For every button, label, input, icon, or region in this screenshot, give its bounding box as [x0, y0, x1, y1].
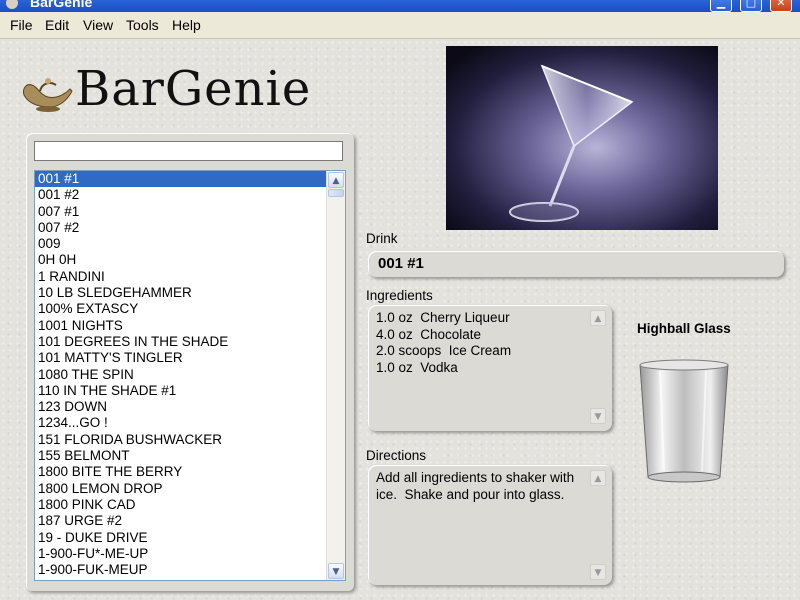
scroll-down-icon[interactable]: ▼ [328, 563, 344, 579]
list-item[interactable]: 1-900-FUK-MEUP [35, 562, 326, 578]
drink-listbox[interactable]: 001 #1 001 #2 007 #1 007 #2 009 0H 0H 1 RANDIN… [34, 170, 346, 581]
list-item[interactable]: 101 MATTY'S TINGLER [35, 350, 326, 366]
close-button[interactable]: ✕ [770, 0, 792, 12]
list-item[interactable]: 100% EXTASCY [35, 301, 326, 317]
list-item[interactable]: 1234...GO ! [35, 415, 326, 431]
list-item[interactable]: 1800 LEMON DROP [35, 481, 326, 497]
list-item[interactable]: 10 LB SLEDGEHAMMER [35, 285, 326, 301]
scroll-down-icon[interactable]: ▼ [590, 408, 606, 424]
list-item[interactable]: 007 #2 [35, 220, 326, 236]
scroll-up-icon[interactable]: ▲ [328, 172, 344, 188]
genie-lamp-icon [23, 78, 73, 112]
scroll-up-icon[interactable]: ▲ [590, 470, 606, 486]
text-line: Add all ingredients to shaker with [376, 470, 575, 485]
logo-text: BarGenie [75, 61, 312, 117]
list-item[interactable]: 155 BELMONT [35, 448, 326, 464]
directions-text: Add all ingredients to shaker with ice. S… [376, 470, 574, 503]
list-item[interactable]: 001 #1 [35, 171, 326, 188]
drink-name-field: 001 #1 [368, 251, 784, 277]
highball-glass-icon [639, 359, 729, 483]
list-item[interactable]: 151 FLORIDA BUSHWACKER [35, 432, 326, 448]
list-item[interactable]: 19 - DUKE DRIVE [35, 530, 326, 546]
list-item[interactable]: 1800 PINK CAD [35, 497, 326, 513]
text-line: 4.0 oz Chocolate [376, 326, 482, 342]
directions-box[interactable]: Add all ingredients to shaker with ice. S… [368, 465, 612, 585]
list-item[interactable]: 1 RANDINI [35, 269, 326, 285]
scroll-down-icon[interactable]: ▼ [590, 564, 606, 580]
maximize-button[interactable]: □ [740, 0, 762, 12]
text-line: ice. Shake and pour into glass. [376, 486, 565, 502]
search-input[interactable] [34, 141, 343, 161]
list-item[interactable]: 1001 NIGHTS [35, 318, 326, 334]
window-title: BarGenie [30, 0, 93, 10]
drink-list: 001 #1 001 #2 007 #1 007 #2 009 0H 0H 1 RANDIN… [35, 171, 326, 578]
text-line: 2.0 scoops Ice Cream [376, 343, 512, 358]
list-item[interactable]: 101 DEGREES IN THE SHADE [35, 334, 326, 350]
list-item[interactable]: 1800 BITE THE BERRY [35, 464, 326, 480]
menu-tools[interactable]: Tools [126, 17, 159, 33]
directions-label: Directions [366, 448, 427, 463]
list-scrollbar[interactable]: ▲ ▼ [326, 171, 345, 580]
text-line: 1.0 oz Cherry Liqueur [376, 310, 510, 325]
title-bar: BarGenie ▁ □ ✕ [0, 0, 800, 12]
menu-help[interactable]: Help [172, 17, 201, 33]
ingredients-box[interactable]: 1.0 oz Cherry Liqueur 4.0 oz Chocolate 2.0… [368, 305, 612, 431]
main-client-area: BarGenie 001 #1 001 #2 007 #1 007 #2 009 0H 0… [0, 39, 800, 600]
list-item[interactable]: 1-900-FU*-ME-UP [35, 546, 326, 562]
app-icon [6, 0, 18, 9]
scroll-up-icon[interactable]: ▲ [590, 310, 606, 326]
list-item[interactable]: 1080 THE SPIN [35, 367, 326, 383]
list-item[interactable]: 0H 0H [35, 252, 326, 268]
list-item[interactable]: 187 URGE #2 [35, 513, 326, 529]
ingredients-label: Ingredients [366, 288, 433, 303]
martini-glass-photo [446, 46, 718, 230]
menu-file[interactable]: File [10, 17, 33, 33]
list-item[interactable]: 009 [35, 236, 326, 252]
glass-type-label: Highball Glass [637, 321, 731, 336]
list-item[interactable]: 110 IN THE SHADE #1 [35, 383, 326, 399]
list-item[interactable]: 123 DOWN [35, 399, 326, 415]
scroll-thumb[interactable] [328, 189, 344, 197]
list-item[interactable]: 007 #1 [35, 204, 326, 220]
app-logo: BarGenie [20, 59, 360, 119]
menu-view[interactable]: View [83, 17, 113, 33]
drink-label: Drink [366, 231, 398, 246]
ingredients-text: 1.0 oz Cherry Liqueur 4.0 oz Chocolate 2.0… [376, 310, 511, 376]
menu-edit[interactable]: Edit [45, 17, 69, 33]
minimize-button[interactable]: ▁ [710, 0, 732, 12]
list-item[interactable]: 001 #2 [35, 187, 326, 203]
text-line: 1.0 oz Vodka [376, 359, 458, 375]
menu-bar: File Edit View Tools Help [0, 12, 800, 39]
